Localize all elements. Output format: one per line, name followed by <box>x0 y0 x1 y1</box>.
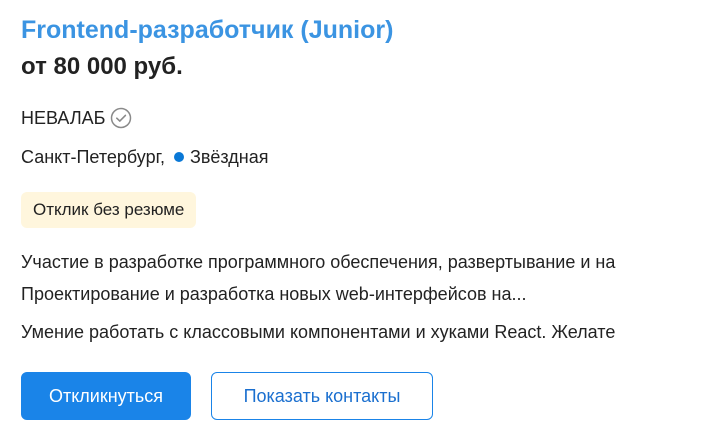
metro-station-label: Звёздная <box>189 146 269 167</box>
requirement-snippet: Умение работать с классовыми компонентам… <box>21 322 616 342</box>
show-contacts-button[interactable]: Показать контакты <box>211 372 433 420</box>
verified-check-icon <box>110 107 132 129</box>
respond-button[interactable]: Откликнуться <box>21 372 191 420</box>
vacancy-card: Frontend-разработчик (Junior) от 80 000 … <box>21 0 710 433</box>
no-resume-badge: Отклик без резюме <box>21 192 197 228</box>
vacancy-salary: от 80 000 руб. <box>21 53 183 80</box>
company-row: НЕВАЛАБ <box>21 106 132 130</box>
company-name-link[interactable]: НЕВАЛАБ <box>21 108 105 129</box>
vacancy-title-link[interactable]: Frontend-разработчик (Junior) <box>21 15 393 45</box>
city-label: Санкт-Петербург, <box>21 146 165 167</box>
responsibility-snippet: Участие в разработке программного обеспе… <box>21 252 616 272</box>
metro-line-dot-icon <box>173 152 184 162</box>
responsibility-snippet-continued: Проектирование и разработка новых web-ин… <box>21 284 527 304</box>
location-row: Санкт-Петербург, Звёздная <box>21 145 269 169</box>
